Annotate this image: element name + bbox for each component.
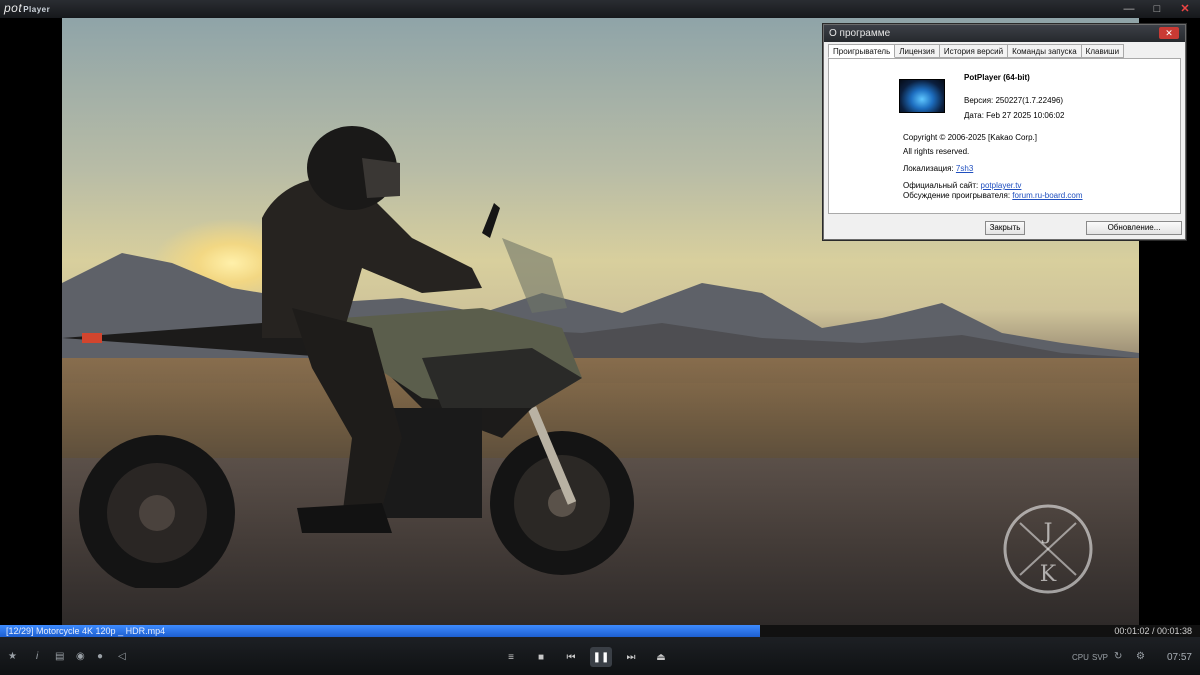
- info-icon[interactable]: i: [36, 651, 38, 662]
- forum-label: Обсуждение проигрывателя:: [903, 191, 1011, 200]
- tab-version-history[interactable]: История версий: [939, 44, 1009, 58]
- logo-small: Player: [23, 5, 51, 14]
- playing-filename: [12/29] Motorcycle 4K 120p _ HDR.mp4: [6, 626, 166, 636]
- volume-icon[interactable]: ◁: [118, 651, 126, 662]
- equalizer-icon[interactable]: ≡: [500, 647, 522, 667]
- close-button[interactable]: Закрыть: [985, 221, 1025, 235]
- previous-icon[interactable]: ⏮: [560, 647, 582, 667]
- date-text: Дата: Feb 27 2025 10:06:02: [964, 111, 1065, 120]
- cpu-label[interactable]: CPU: [1072, 653, 1089, 662]
- app-name: PotPlayer (64-bit): [964, 73, 1030, 82]
- window-controls: — □ ✕: [1118, 1, 1196, 16]
- transport-controls: ≡ ■ ⏮ ❚❚ ⏭ ⏏: [500, 645, 680, 669]
- rights-text: All rights reserved.: [903, 147, 970, 156]
- forum-row: Обсуждение проигрывателя: forum.ru-board…: [903, 191, 1083, 200]
- update-button[interactable]: Обновление...: [1086, 221, 1182, 235]
- motorcycle-rider: [62, 126, 634, 588]
- minimize-icon[interactable]: —: [1118, 1, 1140, 16]
- app-logo[interactable]: potPlayer: [4, 1, 50, 15]
- dialog-close-icon[interactable]: ✕: [1159, 27, 1179, 39]
- dialog-title-bar[interactable]: О программе ✕: [824, 25, 1185, 42]
- tab-player[interactable]: Проигрыватель: [828, 44, 896, 58]
- repeat-icon[interactable]: ↻: [1114, 651, 1122, 662]
- localization-row: Локализация: 7sh3: [903, 164, 973, 173]
- settings-icon[interactable]: ⚙: [1136, 651, 1145, 662]
- stop-icon[interactable]: ■: [530, 647, 552, 667]
- svp-label[interactable]: SVP: [1092, 653, 1108, 662]
- eject-icon[interactable]: ⏏: [650, 647, 672, 667]
- copyright-text: Copyright © 2006-2025 [Kakao Corp.]: [903, 133, 1037, 142]
- screenshot-icon[interactable]: ◉: [76, 651, 85, 662]
- version-text: Версия: 250227(1.7.22496): [964, 96, 1064, 105]
- site-label: Официальный сайт:: [903, 181, 979, 190]
- localization-label: Локализация:: [903, 164, 954, 173]
- playlist-icon[interactable]: ▤: [55, 651, 64, 662]
- site-row: Официальный сайт: potplayer.tv: [903, 181, 1021, 190]
- tab-keys[interactable]: Клавиши: [1081, 44, 1125, 58]
- forum-link[interactable]: forum.ru-board.com: [1012, 191, 1082, 200]
- subtitle-icon[interactable]: ●: [97, 651, 103, 662]
- close-icon[interactable]: ✕: [1174, 1, 1196, 16]
- maximize-icon[interactable]: □: [1146, 1, 1168, 16]
- site-link[interactable]: potplayer.tv: [981, 181, 1022, 190]
- seek-bar[interactable]: [0, 625, 1200, 637]
- dialog-tabs: Проигрыватель Лицензия История версий Ко…: [828, 44, 1125, 58]
- logo-main: pot: [4, 1, 23, 15]
- tab-command-line[interactable]: Команды запуска: [1008, 44, 1082, 58]
- clock: 07:57: [1166, 652, 1192, 663]
- title-bar: potPlayer — □ ✕: [0, 0, 1200, 19]
- dialog-panel: PotPlayer (64-bit) Версия: 250227(1.7.22…: [828, 58, 1181, 214]
- app-thumbnail: [899, 79, 945, 113]
- watermark-top: J: [1042, 520, 1053, 545]
- pause-icon[interactable]: ❚❚: [590, 647, 612, 667]
- star-icon[interactable]: ★: [8, 651, 17, 662]
- tab-license[interactable]: Лицензия: [895, 44, 940, 58]
- watermark-bottom: K: [1040, 562, 1057, 587]
- next-icon[interactable]: ⏭: [620, 647, 642, 667]
- dialog-title: О программе: [829, 28, 891, 39]
- playback-time: 00:01:02 / 00:01:38: [1114, 626, 1192, 636]
- jk-watermark: J K: [1003, 504, 1093, 594]
- localization-link[interactable]: 7sh3: [956, 164, 973, 173]
- about-dialog: О программе ✕ Проигрыватель Лицензия Ист…: [823, 24, 1186, 240]
